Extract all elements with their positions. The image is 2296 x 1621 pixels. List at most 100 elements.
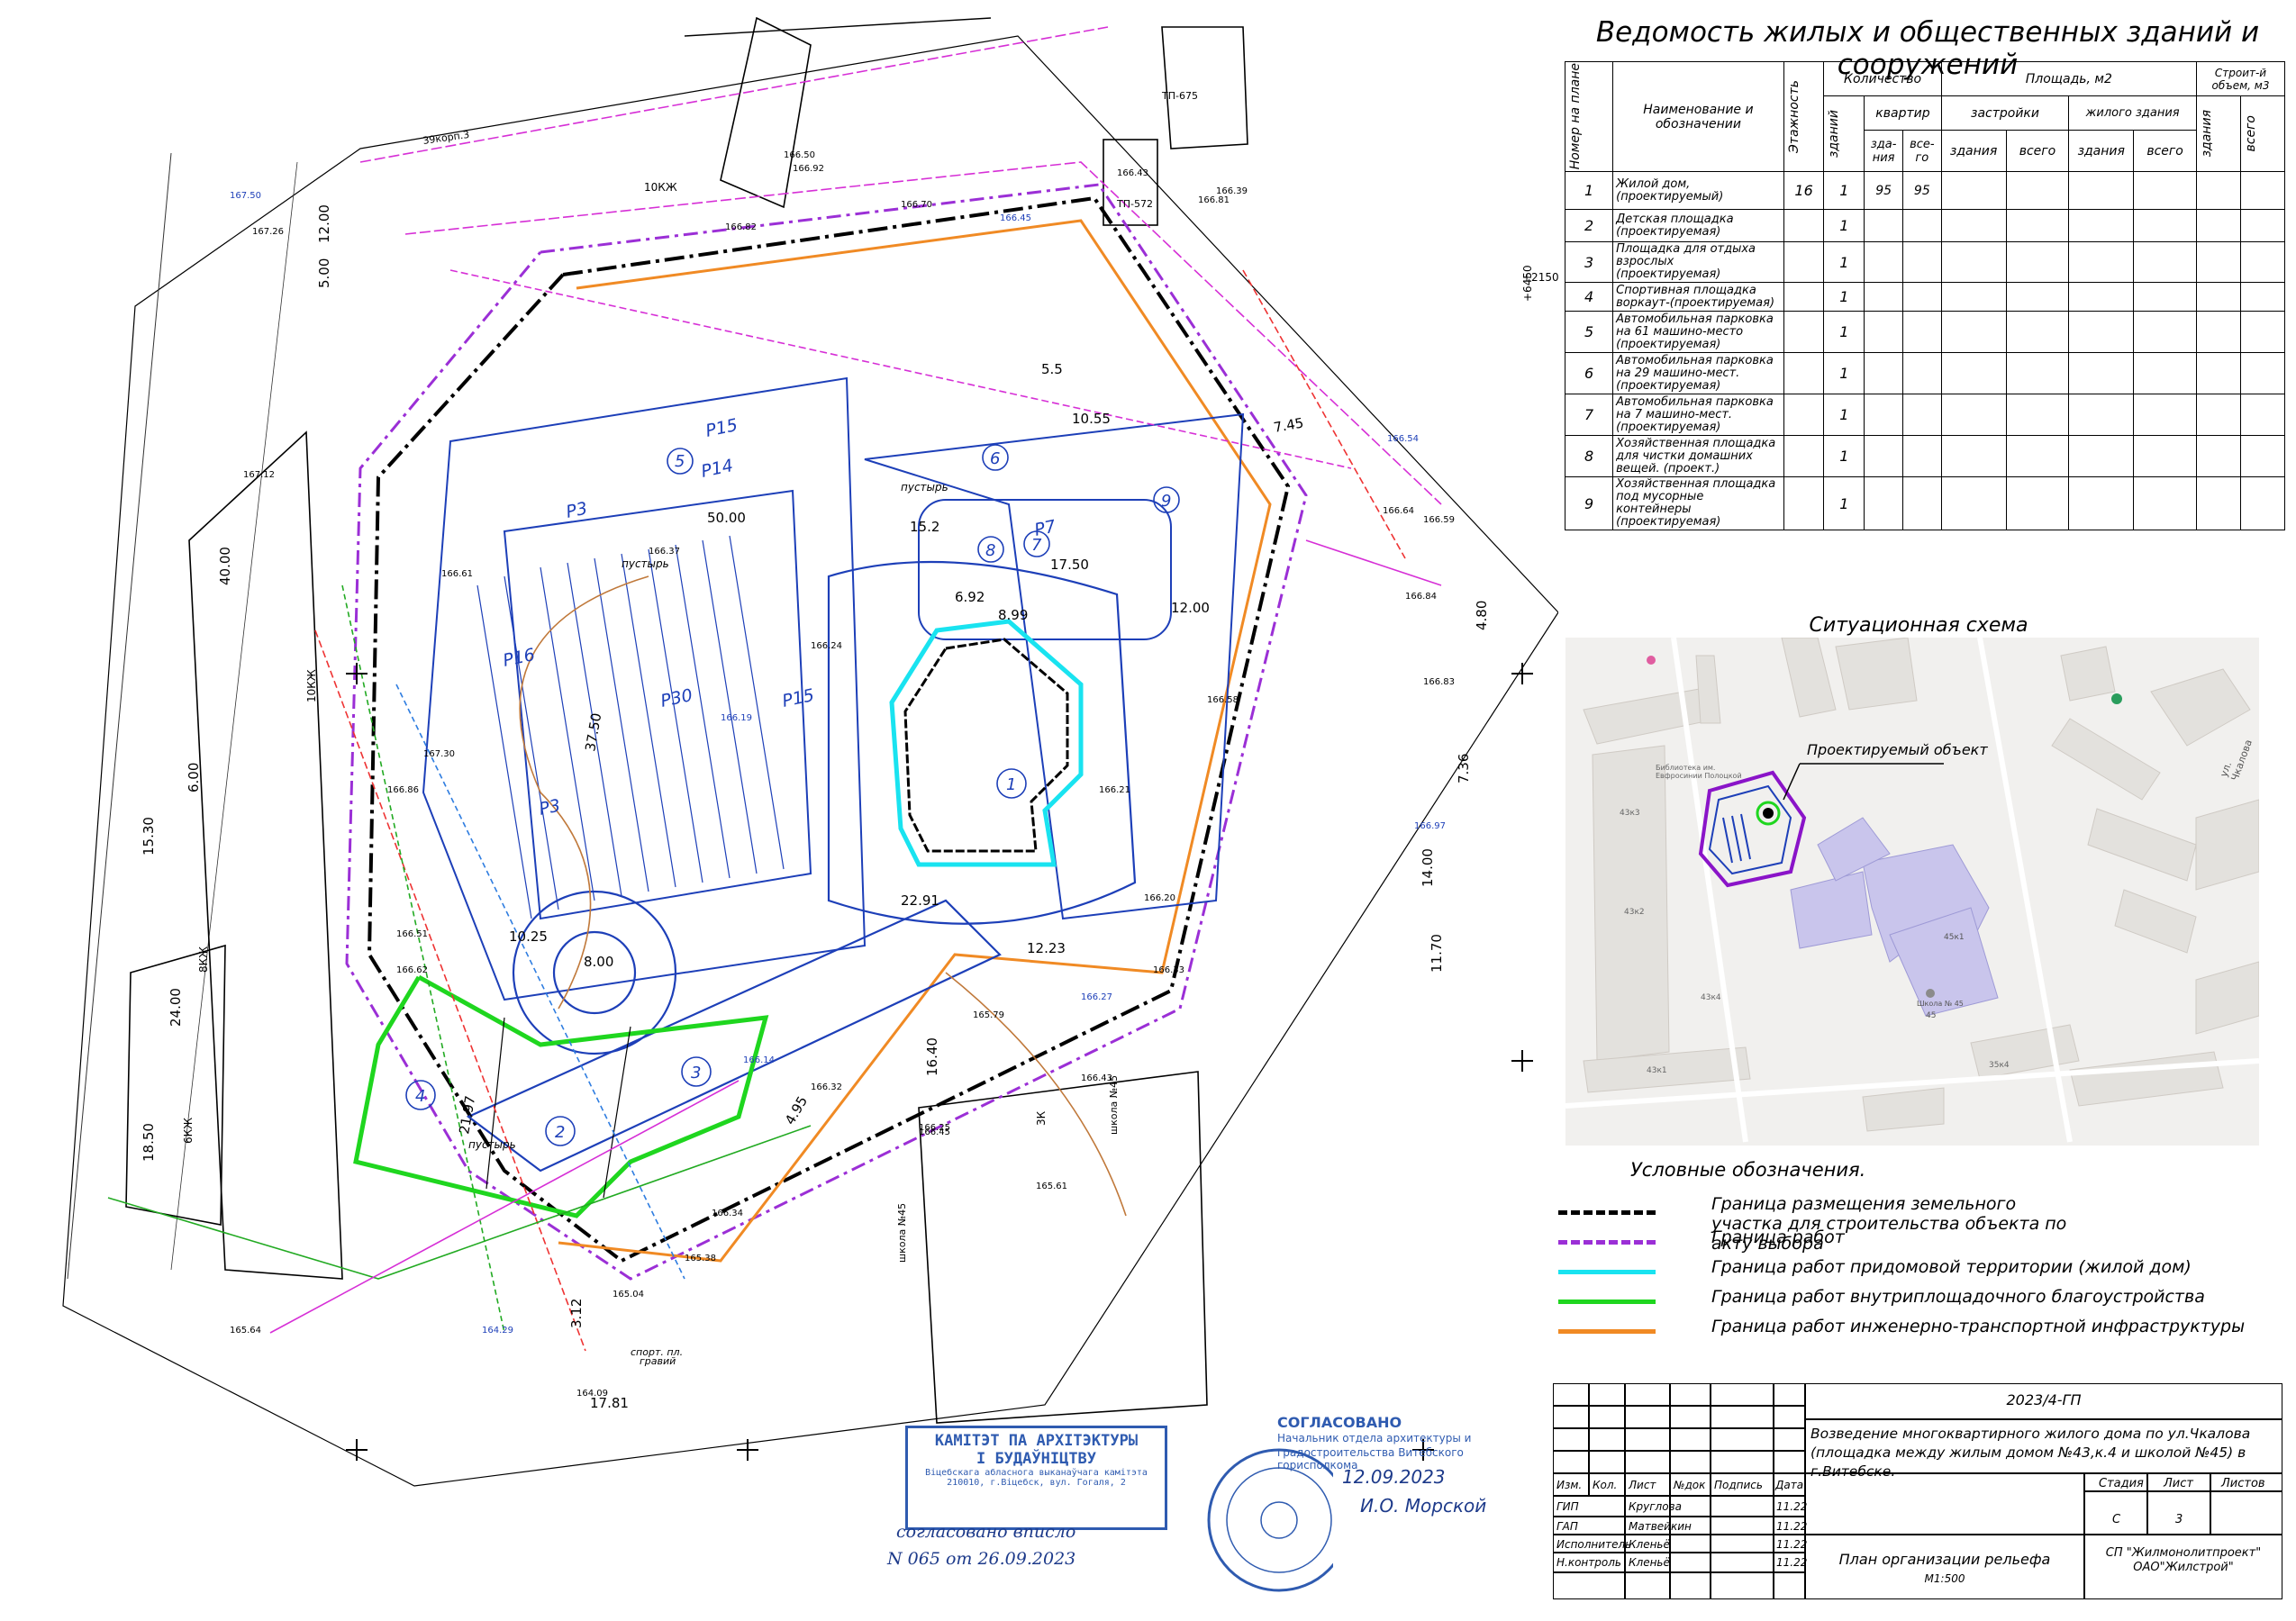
- person-date: 11.22: [1776, 1556, 1808, 1569]
- elevation-label: 166.14: [743, 1055, 775, 1065]
- legend-line-swatch: [1558, 1329, 1656, 1334]
- elevation-label: 166.81: [1198, 195, 1230, 205]
- row-number: 6: [1564, 352, 1614, 394]
- row-floors: 16: [1783, 171, 1825, 210]
- doc-code: 2023/4-ГП: [2006, 1391, 2082, 1408]
- dimension-label: 8.00: [584, 954, 613, 970]
- person-role: Исполнитель: [1556, 1538, 1632, 1551]
- header-area-built: застройки: [1940, 95, 2070, 131]
- legend-label: Граница работ инженерно-транспортной инф…: [1711, 1317, 2246, 1336]
- row-area-living-total: [2133, 282, 2197, 312]
- elevation-label: 167.12: [243, 470, 275, 480]
- person-role: Н.контроль: [1556, 1556, 1621, 1569]
- parking-label: P3: [537, 795, 562, 819]
- row-buildings: 1: [1823, 435, 1865, 477]
- row-area-living-building: [2068, 241, 2135, 283]
- header-floors: Этажность: [1783, 61, 1825, 172]
- row-name: Детская площадка (проектируемая): [1612, 209, 1784, 242]
- elevation-label: 166.37: [649, 547, 680, 557]
- row-area-living-total: [2133, 352, 2197, 394]
- stamp-agreed-date: 12.09.2023: [1342, 1466, 1446, 1488]
- boundary-works: [345, 183, 1308, 1281]
- row-volume-total: [2239, 171, 2286, 210]
- row-buildings: 1: [1823, 394, 1865, 436]
- row-floors: [1783, 241, 1825, 283]
- elevation-label: 166.33: [1153, 965, 1184, 975]
- dimension-label: 22.91: [901, 892, 939, 909]
- row-name: Хозяйственная площадка для чистки домашн…: [1612, 435, 1784, 477]
- transformer-label: ТП-572: [1116, 198, 1153, 210]
- header-area-living: жилого здания: [2068, 95, 2197, 131]
- row-apt-total: [1901, 311, 1942, 353]
- elevation-label: 166.27: [1081, 992, 1112, 1002]
- elevation-label: 164.29: [482, 1326, 513, 1336]
- row-name: Жилой дом, (проектируемый): [1612, 171, 1784, 210]
- site-number-label: 4: [415, 1087, 425, 1106]
- row-area-living-total: [2133, 435, 2197, 477]
- dimension-label: 24.00: [168, 988, 184, 1027]
- stamp-agreed: СОГЛАСОВАНО: [1277, 1414, 1402, 1431]
- situation-house-3: 43к1: [1647, 1066, 1667, 1075]
- schedule-row: 3 Площадка для отдыха взрослых (проектиру…: [1564, 241, 2286, 283]
- schedule-row: 8 Хозяйственная площадка для чистки домаш…: [1564, 435, 2286, 477]
- legend-label: Граница работ придомовой территории (жил…: [1711, 1257, 2192, 1277]
- header-vol-building: здания: [2195, 95, 2241, 172]
- row-area-living-building: [2068, 209, 2135, 242]
- row-floors: [1783, 282, 1825, 312]
- row-apt-total: [1901, 282, 1942, 312]
- row-buildings: 1: [1823, 241, 1865, 283]
- row-area-built-building: [1940, 209, 2007, 242]
- legend-title: Условные обозначения.: [1630, 1159, 1866, 1181]
- elevation-label: 166.58: [1207, 695, 1239, 705]
- dimension-label: 8.99: [998, 607, 1028, 623]
- row-apt-building: [1864, 209, 1903, 242]
- elevation-label: 167.30: [423, 749, 455, 759]
- schedule-row: 4 Спортивная площадка воркаут-(проектируе…: [1564, 282, 2286, 312]
- dimension-label: 12.23: [1027, 940, 1066, 956]
- header-name: Наименование и обозначении: [1612, 61, 1784, 172]
- stamp-agreed-line2: Начальник отдела архитектуры и: [1277, 1432, 1472, 1444]
- cable-label: 10КЖ: [644, 181, 677, 194]
- row-volume-total: [2239, 352, 2286, 394]
- row-area-built-building: [1940, 435, 2007, 477]
- dimension-label: 17.81: [590, 1395, 629, 1411]
- building-schedule-table: Номер на плане Наименование и обозначени…: [1564, 61, 2286, 530]
- legend-item: Граница работ инженерно-транспортной инф…: [1558, 1317, 2279, 1353]
- dimension-label: 7.45: [1273, 414, 1305, 436]
- elevation-label: 166.32: [811, 1082, 842, 1092]
- row-name: Автомобильная парковка на 29 машино-мест…: [1612, 352, 1784, 394]
- dimension-label: 18.50: [141, 1123, 157, 1162]
- stamp-committee-line1: КАМІТЭТ ПА АРХІТЭКТУРЫ: [934, 1432, 1139, 1450]
- situation-title: Ситуационная схема: [1809, 614, 2028, 637]
- title-col-header: №док: [1674, 1479, 1706, 1491]
- stamp-agreed-sign: И.О. Морской: [1360, 1495, 1487, 1517]
- row-area-living-building: [2068, 282, 2135, 312]
- dimension-label: 12.00: [316, 204, 332, 243]
- dimension-label: 10.25: [509, 928, 548, 945]
- row-area-built-total: [2005, 394, 2070, 436]
- residential-building: [889, 619, 1084, 867]
- elevation-label: 166.21: [1099, 785, 1130, 795]
- wasteland-label: пустырь: [901, 481, 948, 494]
- row-area-built-total: [2005, 311, 2070, 353]
- wasteland-label: пустырь: [622, 557, 669, 570]
- legend-label: Граница работ: [1711, 1227, 1845, 1247]
- legend-line-swatch: [1558, 1210, 1656, 1215]
- row-area-built-total: [2005, 171, 2070, 210]
- person-date: 11.22: [1776, 1500, 1808, 1513]
- row-buildings: 1: [1823, 209, 1865, 242]
- schedule-row: 1 Жилой дом, (проектируемый) 16 1 95 95: [1564, 171, 2286, 210]
- row-name: Хозяйственная площадка под мусорные конт…: [1612, 476, 1784, 530]
- row-volume-total: [2239, 394, 2286, 436]
- row-volume-total: [2239, 435, 2286, 477]
- header-q-buildings: зданий: [1823, 95, 1865, 172]
- grid-coordinate: +6450: [1521, 265, 1534, 302]
- row-number: 8: [1564, 435, 1614, 477]
- elevation-label: 166.45: [1000, 213, 1031, 223]
- row-area-built-building: [1940, 241, 2007, 283]
- row-area-living-building: [2068, 435, 2135, 477]
- dimension-label: 5.00: [316, 258, 332, 288]
- row-buildings: 1: [1823, 476, 1865, 530]
- elevation-label: 166.59: [1423, 515, 1455, 525]
- header-volume: Строит-й объем, м3: [2195, 61, 2286, 96]
